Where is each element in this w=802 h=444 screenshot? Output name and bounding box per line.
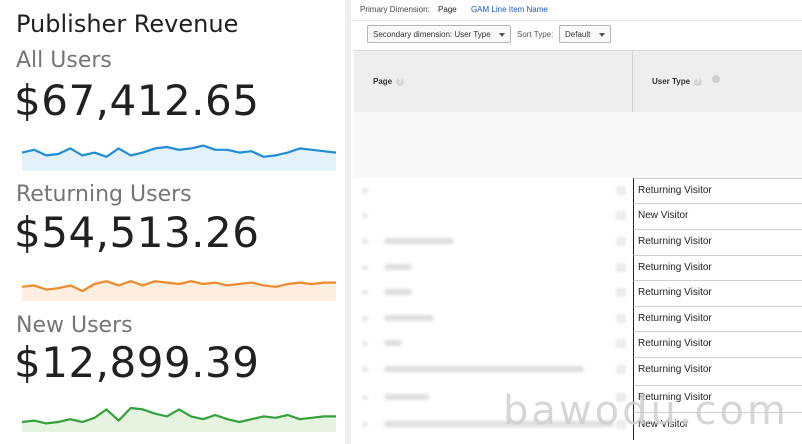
sort-type-dropdown[interactable]: Default bbox=[559, 25, 611, 43]
page-cell-blurred bbox=[384, 315, 434, 321]
segment-value-new-users: $12,899.39 bbox=[14, 338, 260, 387]
row-index-blurred bbox=[362, 367, 368, 372]
table-row[interactable]: Returning Visitor bbox=[354, 255, 802, 280]
sparkline-new-users bbox=[22, 406, 336, 432]
segment-value-all-users: $67,412.65 bbox=[14, 76, 260, 125]
row-index-blurred bbox=[362, 341, 368, 346]
table-row[interactable]: Returning Visitor bbox=[354, 229, 802, 255]
panel-title: Publisher Revenue bbox=[16, 10, 239, 38]
user-type-cell: New Visitor bbox=[633, 203, 802, 229]
primary-dimension-label: Primary Dimension: bbox=[360, 5, 430, 14]
open-page-icon[interactable] bbox=[616, 263, 626, 272]
remove-dimension-icon[interactable] bbox=[712, 75, 720, 83]
table-row[interactable]: New Visitor bbox=[354, 203, 802, 229]
table-row[interactable]: Returning Visitor bbox=[354, 178, 802, 203]
user-type-cell: Returning Visitor bbox=[633, 357, 802, 385]
open-page-icon[interactable] bbox=[616, 339, 626, 348]
page-cell-blurred bbox=[384, 238, 454, 244]
table-row[interactable]: Returning Visitor bbox=[354, 306, 802, 331]
column-separator bbox=[632, 51, 633, 112]
user-type-cell: Returning Visitor bbox=[633, 229, 802, 255]
open-page-icon[interactable] bbox=[616, 211, 626, 220]
table-row[interactable]: Returning Visitor bbox=[354, 280, 802, 306]
sort-type-value: Default bbox=[565, 30, 591, 39]
report-panel: Primary Dimension: Page GAM Line Item Na… bbox=[351, 0, 802, 444]
row-index-blurred bbox=[362, 265, 368, 270]
secondary-dimension-dropdown[interactable]: Secondary dimension: User Type bbox=[367, 25, 511, 43]
open-page-icon[interactable] bbox=[616, 314, 626, 323]
segment-value-returning-users: $54,513.26 bbox=[14, 208, 260, 257]
primary-dimension-gam-link[interactable]: GAM Line Item Name bbox=[471, 5, 548, 14]
table-header: Page? User Type? bbox=[354, 50, 802, 113]
user-type-cell: Returning Visitor bbox=[633, 306, 802, 331]
secondary-dimension-value: Secondary dimension: User Type bbox=[373, 30, 491, 39]
divider-line bbox=[351, 20, 802, 21]
open-page-icon[interactable] bbox=[616, 186, 626, 195]
user-type-cell: Returning Visitor bbox=[633, 331, 802, 357]
user-type-cell: Returning Visitor bbox=[633, 178, 802, 203]
sort-type-label: Sort Type: bbox=[517, 30, 554, 39]
sparkline-returning-users bbox=[22, 280, 336, 301]
watermark: bawodu.com bbox=[503, 388, 789, 434]
table-row[interactable]: Returning Visitor bbox=[354, 331, 802, 357]
open-page-icon[interactable] bbox=[616, 365, 626, 374]
segment-label-returning-users: Returning Users bbox=[16, 182, 192, 207]
user-type-cell: Returning Visitor bbox=[633, 280, 802, 306]
page-cell-blurred bbox=[384, 289, 412, 295]
row-index-blurred bbox=[362, 316, 368, 321]
primary-dimension-bar: Primary Dimension: Page GAM Line Item Na… bbox=[360, 5, 548, 14]
row-index-blurred bbox=[362, 188, 368, 193]
user-type-cell: Returning Visitor bbox=[633, 255, 802, 280]
table-row[interactable]: Returning Visitor bbox=[354, 357, 802, 385]
column-header-page-label: Page bbox=[373, 77, 393, 86]
caret-down-icon bbox=[599, 33, 605, 37]
segment-label-new-users: New Users bbox=[16, 313, 133, 338]
page-cell-blurred bbox=[384, 366, 584, 372]
row-index-blurred bbox=[362, 213, 368, 218]
row-index-blurred bbox=[362, 239, 368, 244]
column-header-user-type-label: User Type bbox=[652, 77, 691, 86]
help-icon[interactable]: ? bbox=[396, 77, 405, 86]
caret-down-icon bbox=[499, 33, 505, 37]
sparkline-all-users bbox=[22, 144, 336, 171]
help-icon[interactable]: ? bbox=[694, 77, 703, 86]
row-index-blurred bbox=[362, 290, 368, 295]
column-header-page[interactable]: Page? bbox=[373, 77, 405, 86]
column-header-user-type[interactable]: User Type? bbox=[652, 77, 703, 86]
page-cell-blurred bbox=[384, 394, 429, 400]
page-cell-blurred bbox=[384, 340, 402, 346]
page-cell-blurred bbox=[384, 264, 412, 270]
segment-label-all-users: All Users bbox=[16, 48, 112, 73]
primary-dimension-page[interactable]: Page bbox=[438, 5, 457, 14]
row-index-blurred bbox=[362, 395, 368, 400]
publisher-revenue-panel: Publisher Revenue All Users $67,412.65 R… bbox=[0, 0, 345, 444]
open-page-icon[interactable] bbox=[616, 288, 626, 297]
open-page-icon[interactable] bbox=[616, 237, 626, 246]
row-index-blurred bbox=[362, 422, 368, 427]
summary-row bbox=[354, 112, 802, 178]
